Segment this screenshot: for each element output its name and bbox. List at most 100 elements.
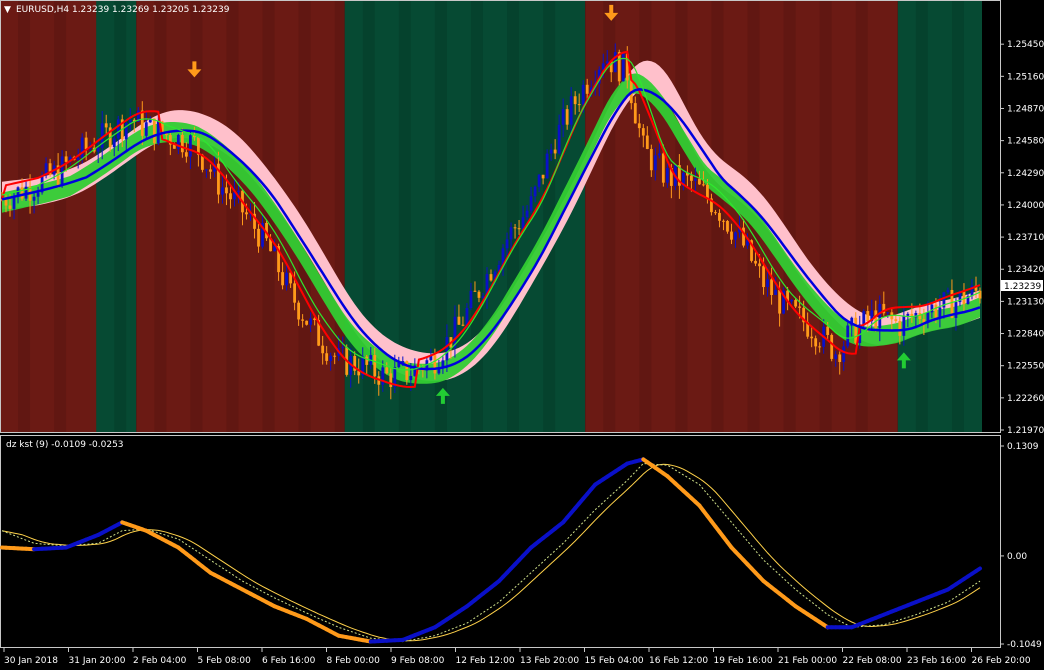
- candle-body: [718, 212, 721, 221]
- candle-body: [565, 109, 569, 125]
- candle-body: [557, 124, 561, 154]
- candle-body: [333, 355, 337, 357]
- zone-stripe: [226, 1, 239, 432]
- candle-body: [20, 187, 24, 199]
- candle-body: [517, 228, 521, 230]
- candle-body: [637, 123, 641, 129]
- candle-body: [834, 354, 838, 359]
- price-axis: 1.25450 1.25160 1.24870 1.24580 1.24290 1.240…: [1000, 40, 1044, 436]
- candle-body: [188, 135, 192, 157]
- candle-body: [225, 187, 228, 194]
- candle-body: [116, 119, 120, 139]
- candle-body: [706, 184, 709, 199]
- candle-body: [898, 321, 902, 336]
- candle-body: [541, 174, 545, 179]
- candle-body: [826, 326, 830, 335]
- indicator-tick-label: -0.1049: [1007, 640, 1042, 650]
- candle-body: [36, 192, 40, 197]
- candle-body: [537, 174, 541, 187]
- time-tick-label: 30 Jan 2018: [4, 656, 58, 666]
- candle-body: [661, 153, 665, 183]
- candle-body: [702, 184, 705, 186]
- candle-body: [445, 337, 449, 361]
- price-tick-label: 1.22260: [1007, 394, 1044, 404]
- symbol-dropdown-icon[interactable]: ▼: [4, 5, 11, 15]
- trading-chart[interactable]: ▼ EURUSD,H4 1.23239 1.23269 1.23205 1.23…: [0, 0, 1044, 670]
- candle-body: [553, 149, 557, 154]
- candle-body: [790, 300, 794, 302]
- zone-stripe: [675, 1, 688, 432]
- time-tick-label: 13 Feb 20:00: [520, 656, 579, 666]
- candle-body: [229, 193, 232, 200]
- candle-body: [774, 290, 777, 295]
- time-tick-label: 19 Feb 16:00: [714, 656, 773, 666]
- candle-body: [301, 319, 305, 321]
- zone-stripe: [507, 1, 520, 432]
- time-tick-label: 5 Feb 08:00: [198, 656, 252, 666]
- candle-body: [457, 316, 461, 325]
- candle-body: [365, 356, 369, 365]
- indicator-tick-label: 0.00: [1007, 552, 1027, 562]
- candle-body: [649, 148, 653, 171]
- candle-body: [641, 128, 645, 136]
- kst-signal-line: [1, 462, 981, 643]
- candle-body: [770, 279, 773, 295]
- candle-body: [297, 302, 301, 320]
- kst-indicator: [0, 457, 982, 644]
- candle-body: [657, 153, 661, 156]
- candle-body: [569, 96, 573, 125]
- time-axis: 30 Jan 2018 31 Jan 20:00 2 Feb 04:00 5 Feb …: [3, 648, 1031, 666]
- zone-stripe: [154, 1, 167, 432]
- candle-body: [762, 266, 765, 288]
- time-tick-label: 23 Feb 16:00: [907, 656, 966, 666]
- candle-body: [64, 156, 68, 162]
- candle-body: [473, 290, 477, 292]
- candle-body: [505, 239, 509, 249]
- price-tick-label: 1.24870: [1007, 104, 1044, 114]
- candle-body: [878, 303, 882, 329]
- candle-body: [794, 300, 798, 307]
- candle-body: [4, 199, 8, 206]
- zone-bear: [136, 1, 345, 432]
- candle-body: [846, 325, 850, 347]
- time-tick-label: 22 Feb 08:00: [843, 656, 902, 666]
- candle-body: [690, 175, 693, 181]
- candle-body: [842, 346, 846, 362]
- candle-body: [962, 291, 966, 305]
- candle-body: [373, 355, 377, 377]
- candle-body: [866, 311, 870, 322]
- zone-stripe: [783, 1, 796, 432]
- candle-body: [930, 304, 934, 313]
- candle-body: [469, 290, 473, 309]
- candle-body: [946, 289, 950, 293]
- time-tick-label: 12 Feb 12:00: [456, 656, 515, 666]
- candle-body: [665, 167, 669, 183]
- zone-stripe: [362, 1, 375, 432]
- time-tick-label: 2 Feb 04:00: [133, 656, 187, 666]
- candle-body: [830, 334, 834, 359]
- candle-body: [918, 313, 922, 320]
- candle-body: [633, 103, 637, 124]
- candle-body: [325, 353, 329, 361]
- candle-body: [533, 186, 537, 197]
- candle-body: [814, 338, 818, 347]
- candle-body: [585, 84, 589, 94]
- candle-body: [545, 153, 549, 179]
- candle-body: [309, 318, 313, 325]
- candle-body: [561, 109, 565, 125]
- candle-body: [581, 84, 585, 105]
- candle-body: [778, 290, 781, 314]
- zone-stripe: [711, 1, 724, 432]
- trend-zones: [1, 1, 983, 432]
- indicator-tick-label: 0.1309: [1007, 442, 1039, 452]
- price-tick-label: 1.21970: [1007, 426, 1044, 436]
- candle-body: [8, 205, 12, 209]
- candle-body: [104, 123, 108, 128]
- price-tick-label: 1.24580: [1007, 137, 1044, 147]
- candle-body: [653, 155, 657, 171]
- candle-body: [461, 324, 465, 326]
- zone-stripe: [915, 1, 928, 432]
- candle-body: [60, 156, 64, 185]
- candle-body: [730, 231, 733, 240]
- price-tick-label: 1.24000: [1007, 201, 1044, 211]
